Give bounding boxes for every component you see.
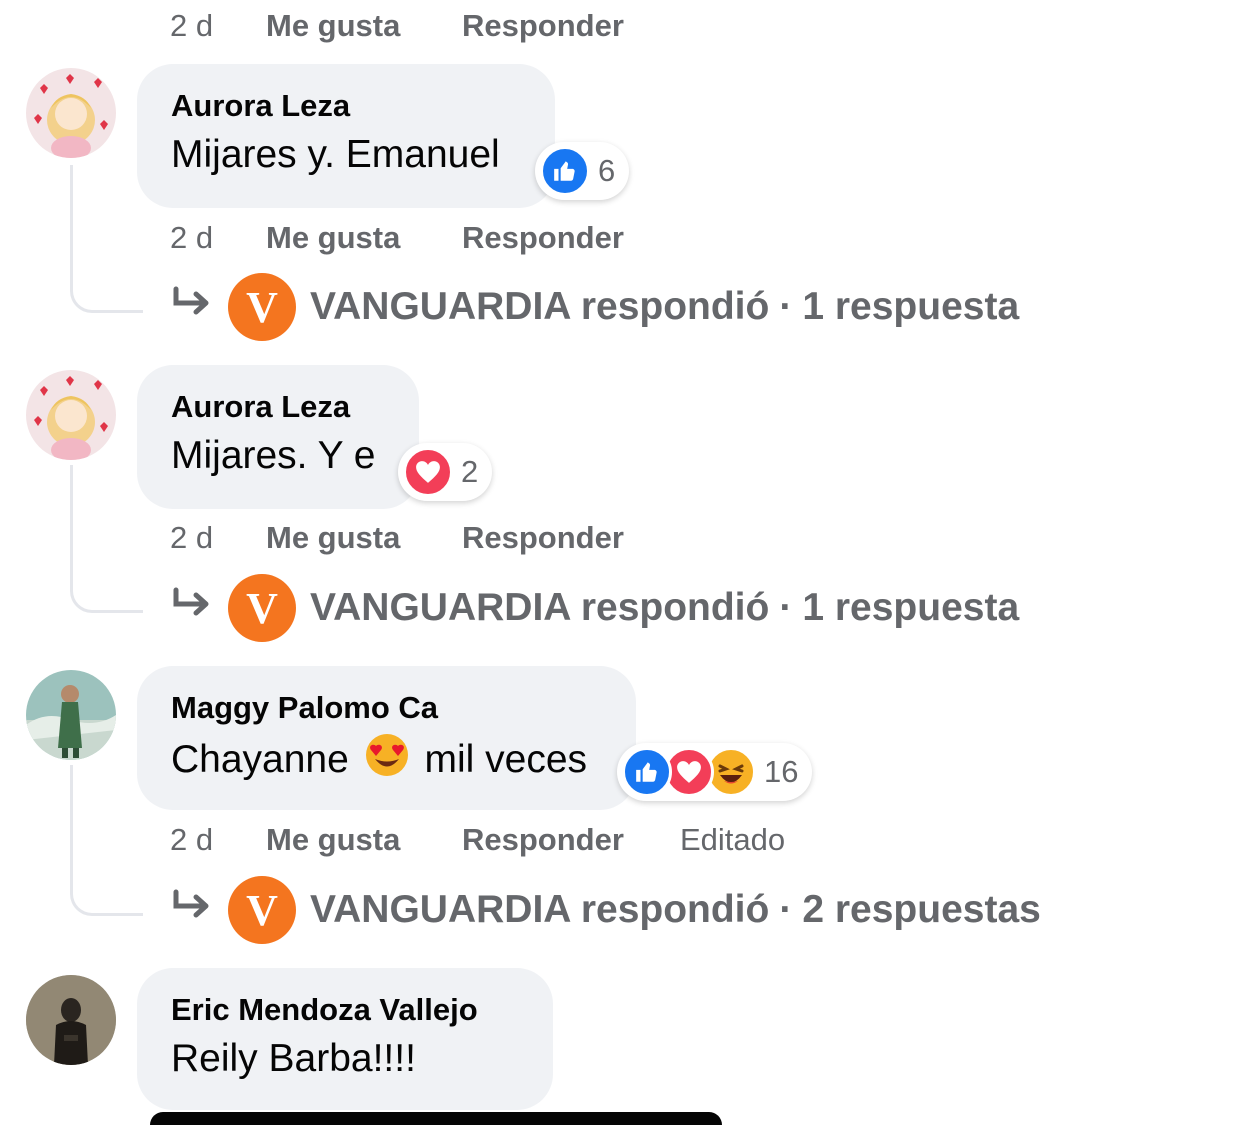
replier-text: VANGUARDIA respondió (310, 888, 770, 931)
reaction-summary[interactable]: 2 (398, 443, 493, 501)
reply-count: 2 respuestas (802, 888, 1041, 931)
reply-arrow-icon (170, 285, 228, 329)
comment-actions: 2 d Me gusta Responder (170, 520, 680, 556)
comment-actions: 2 d Me gusta Responder Editado (170, 822, 785, 858)
avatar-image (26, 670, 116, 760)
edited-label[interactable]: Editado (680, 822, 785, 858)
reaction-count: 16 (764, 754, 799, 789)
reply-count: 1 respuesta (802, 586, 1020, 629)
comment-text: Mijares y. Emanuel (171, 133, 500, 176)
heart-icon (403, 447, 453, 497)
avatar[interactable] (26, 670, 116, 760)
comment-actions: 2 d Me gusta Responder (170, 220, 680, 256)
comment-author[interactable]: Aurora Leza (171, 88, 523, 124)
comment-text-part: Chayanne (171, 738, 349, 781)
thread-connector (70, 765, 143, 916)
reaction-summary[interactable]: 16 (617, 743, 813, 801)
avatar[interactable] (26, 68, 116, 158)
reply-action[interactable]: Responder (462, 822, 680, 858)
like-action[interactable]: Me gusta (266, 8, 462, 44)
thread-connector (70, 465, 143, 613)
comment-time[interactable]: 2 d (170, 822, 266, 858)
like-action[interactable]: Me gusta (266, 520, 462, 556)
comment-bubble: Eric Mendoza Vallejo Reily Barba!!!! (137, 968, 553, 1110)
reaction-summary[interactable]: 6 (535, 142, 630, 200)
view-replies-link[interactable]: V VANGUARDIA respondió · 1 respuesta (170, 573, 1019, 643)
comment-bubble: Aurora Leza Mijares y. Emanuel (137, 64, 555, 208)
comment-text: Reily Barba!!!! (171, 1037, 416, 1080)
separator: · (779, 285, 793, 328)
replier-text: VANGUARDIA respondió (310, 586, 770, 629)
view-replies-link[interactable]: V VANGUARDIA respondió · 1 respuesta (170, 272, 1019, 342)
view-replies-link[interactable]: V VANGUARDIA respondió · 2 respuestas (170, 875, 1041, 945)
avatar-image (26, 68, 116, 158)
reply-action[interactable]: Responder (462, 520, 680, 556)
comment-author[interactable]: Eric Mendoza Vallejo (171, 992, 521, 1028)
like-action[interactable]: Me gusta (266, 220, 462, 256)
comment-text-part: mil veces (424, 738, 588, 781)
replier-text: VANGUARDIA respondió (310, 285, 770, 328)
attachment-preview[interactable] (150, 1112, 722, 1125)
thumbs-up-icon (540, 146, 590, 196)
separator: · (779, 888, 793, 931)
comment-time[interactable]: 2 d (170, 520, 266, 556)
thread-connector (70, 165, 143, 313)
avatar[interactable] (26, 370, 116, 460)
comment-text: Mijares. Y e (171, 434, 376, 477)
reply-arrow-icon (170, 888, 228, 932)
vanguardia-logo-icon: V (228, 876, 296, 944)
reply-action[interactable]: Responder (462, 220, 680, 256)
like-action[interactable]: Me gusta (266, 822, 462, 858)
comment-actions-top: 2 d Me gusta Responder (170, 8, 680, 44)
separator: · (779, 586, 793, 629)
heart-eyes-emoji (364, 732, 410, 791)
vanguardia-logo-icon: V (228, 574, 296, 642)
reply-arrow-icon (170, 586, 228, 630)
comment-author[interactable]: Maggy Palomo Ca (171, 690, 604, 726)
reaction-count: 6 (598, 153, 616, 188)
reply-count: 1 respuesta (802, 285, 1020, 328)
comment-time[interactable]: 2 d (170, 8, 266, 44)
thumbs-up-icon (622, 747, 672, 797)
reply-action[interactable]: Responder (462, 8, 680, 44)
comment-time[interactable]: 2 d (170, 220, 266, 256)
reaction-count: 2 (461, 454, 479, 489)
avatar-image (26, 370, 116, 460)
comment-author[interactable]: Aurora Leza (171, 389, 387, 425)
comment-text: Chayanne mil veces (171, 732, 604, 791)
avatar[interactable] (26, 975, 116, 1065)
comment-bubble: Maggy Palomo Ca Chayanne mil veces (137, 666, 636, 810)
comment-bubble: Aurora Leza Mijares. Y e (137, 365, 419, 509)
avatar-image (26, 975, 116, 1065)
vanguardia-logo-icon: V (228, 273, 296, 341)
